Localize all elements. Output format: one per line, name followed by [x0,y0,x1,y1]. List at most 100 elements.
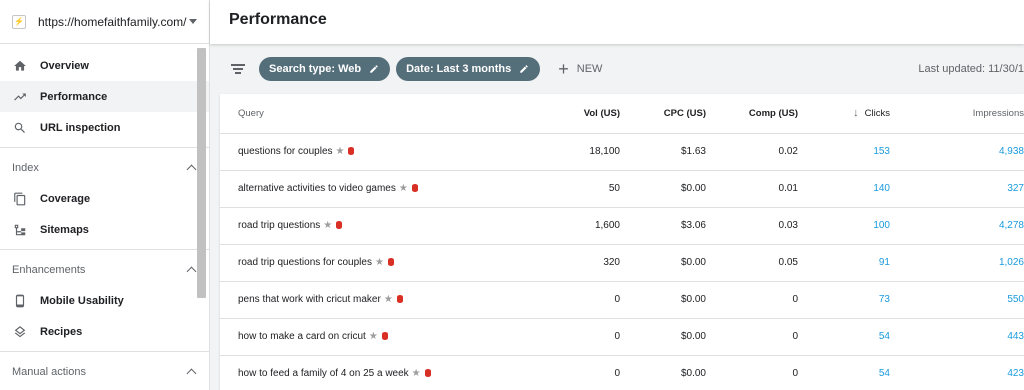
star-icon[interactable]: ★ [336,146,345,157]
table-row[interactable]: questions for couples ★ 18,100 $1.63 0.02 153… [220,133,1024,171]
impressions-cell: 327 [890,170,1024,208]
caret-down-icon[interactable] [189,19,197,24]
database-icon[interactable] [424,369,431,377]
section-title: Index [12,161,39,174]
section-manual-actions[interactable]: Manual actions [0,356,209,387]
chevron-up-icon[interactable] [186,368,197,379]
section-enhancements[interactable]: Enhancements [0,254,209,285]
nav-sitemaps[interactable]: Sitemaps [0,214,209,245]
sidebar-scrollbar[interactable] [197,48,206,298]
query-text: how to make a card on cricut [238,331,366,342]
header: Performance [210,0,1024,44]
query-cell[interactable]: road trip questions ★ [220,207,520,245]
nav-url-inspection[interactable]: URL inspection [0,112,209,143]
chip-label: Date: Last 3 months [406,63,512,75]
col-clicks-label: Clicks [864,108,890,120]
query-cell[interactable]: how to make a card on cricut ★ [220,318,520,356]
nav-coverage[interactable]: Coverage [0,183,209,214]
comp-cell: 0.01 [706,170,798,208]
query-cell[interactable]: alternative activities to video games ★ [220,170,520,208]
pencil-icon [369,64,379,74]
clicks-cell: 91 [798,244,890,282]
query-text: road trip questions for couples [238,257,372,268]
table-row[interactable]: pens that work with cricut maker ★ 0 $0.00 0… [220,281,1024,319]
clicks-cell: 100 [798,207,890,245]
star-icon[interactable]: ★ [369,331,378,342]
nav-overview[interactable]: Overview [0,50,209,81]
pencil-icon [519,64,529,74]
query-text: how to feed a family of 4 on 25 a week [238,368,409,379]
database-icon[interactable] [381,332,388,340]
impressions-cell: 4,278 [890,207,1024,245]
section-title: Manual actions [12,365,86,378]
chevron-up-icon[interactable] [186,266,197,277]
nav-performance[interactable]: Performance [0,81,209,112]
database-icon[interactable] [396,295,403,303]
sitemap-icon [12,222,28,238]
table-row[interactable]: road trip questions for couples ★ 320 $0.00… [220,244,1024,282]
filter-icon[interactable] [231,64,245,74]
property-selector[interactable]: ⚡ https://homefaithfamily.com/ [0,0,209,44]
nav-recipes[interactable]: Recipes [0,316,209,347]
search-type-chip[interactable]: Search type: Web [259,57,391,81]
star-icon[interactable]: ★ [375,257,384,268]
nav-label: URL inspection [40,121,121,134]
cpc-cell: $0.00 [620,244,706,282]
database-icon[interactable] [411,184,418,192]
table-row[interactable]: alternative activities to video games ★ 50… [220,170,1024,208]
col-cpc[interactable]: CPC (US) [620,94,706,134]
star-icon[interactable]: ★ [412,368,421,379]
cpc-cell: $0.00 [620,355,706,390]
vol-cell: 320 [520,244,620,282]
col-clicks[interactable]: ↓ Clicks [798,94,890,134]
impressions-cell: 443 [890,318,1024,356]
nav-label: Recipes [40,325,83,338]
chevron-up-icon[interactable] [186,164,197,175]
table-row[interactable]: road trip questions ★ 1,600 $3.06 0.03 100 4,2… [220,207,1024,245]
clicks-cell: 140 [798,170,890,208]
query-cell[interactable]: pens that work with cricut maker ★ [220,281,520,319]
query-cell[interactable]: questions for couples ★ [220,133,520,171]
query-cell[interactable]: road trip questions for couples ★ [220,244,520,282]
star-icon[interactable]: ★ [384,294,393,305]
chip-label: Search type: Web [269,63,362,75]
database-icon[interactable] [336,221,343,229]
divider [0,351,209,352]
query-text: alternative activities to video games [238,183,396,194]
last-updated: Last updated: 11/30/1 [918,63,1024,75]
search-icon [12,120,28,136]
section-index[interactable]: Index [0,152,209,183]
table-row[interactable]: how to feed a family of 4 on 25 a week ★ 0… [220,355,1024,390]
star-icon[interactable]: ★ [399,183,408,194]
vol-cell: 18,100 [520,133,620,171]
clicks-cell: 73 [798,281,890,319]
plus-icon: + [558,59,569,79]
col-impressions[interactable]: Impressions [890,94,1024,134]
star-icon[interactable]: ★ [323,220,332,231]
sidebar: ⚡ https://homefaithfamily.com/ Overview … [0,0,210,390]
database-icon[interactable] [348,147,355,155]
cpc-cell: $3.06 [620,207,706,245]
query-cell[interactable]: how to feed a family of 4 on 25 a week ★ [220,355,520,390]
col-query[interactable]: Query [220,94,520,134]
col-vol[interactable]: Vol (US) [520,94,620,134]
table-row[interactable]: how to make a card on cricut ★ 0 $0.00 0 54 44… [220,318,1024,356]
nav-label: Coverage [40,192,91,205]
property-url: https://homefaithfamily.com/ [38,14,187,29]
nav-mobile-usability[interactable]: Mobile Usability [0,285,209,316]
vol-cell: 0 [520,318,620,356]
new-filter-button[interactable]: + NEW [558,60,602,78]
queries-table: Query Vol (US) CPC (US) Comp (US) ↓ Click… [220,94,1024,390]
clicks-cell: 54 [798,318,890,356]
layers-icon [12,324,28,340]
col-comp[interactable]: Comp (US) [706,94,798,134]
cpc-cell: $1.63 [620,133,706,171]
database-icon[interactable] [387,258,394,266]
comp-cell: 0.02 [706,133,798,171]
vol-cell: 0 [520,355,620,390]
filter-bar: Search type: Web Date: Last 3 months + N… [210,44,1024,94]
impressions-cell: 4,938 [890,133,1024,171]
date-chip[interactable]: Date: Last 3 months [396,57,541,81]
copy-icon [12,191,28,207]
cpc-cell: $0.00 [620,318,706,356]
